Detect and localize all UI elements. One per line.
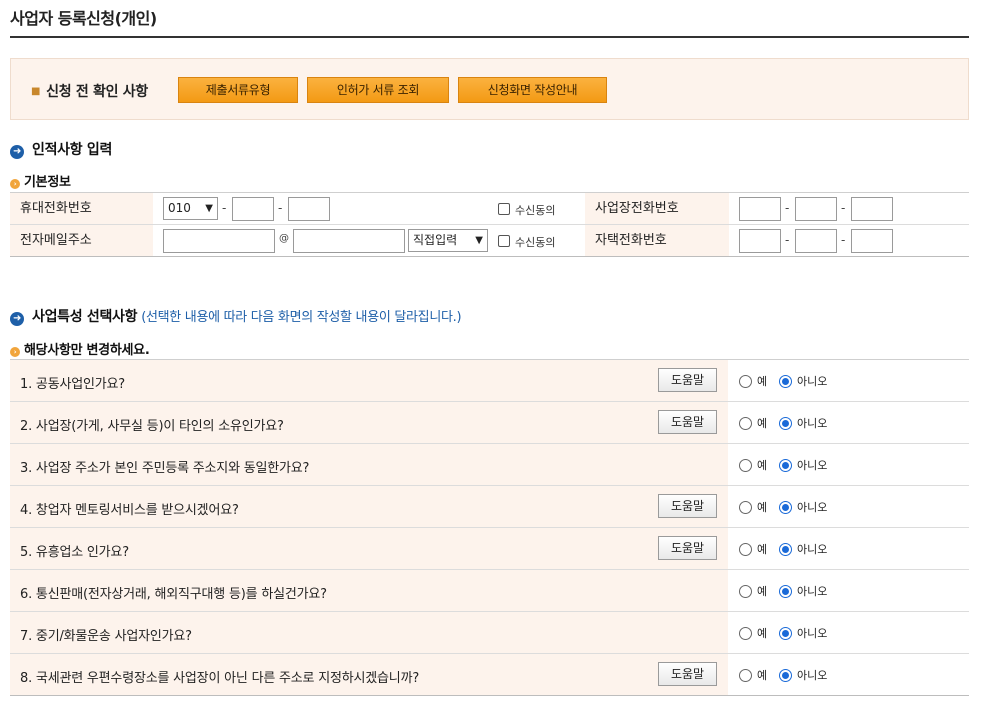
help-button[interactable]: 도움말 bbox=[658, 494, 717, 518]
yes-radio[interactable] bbox=[739, 375, 752, 388]
home-phone-middle-input[interactable] bbox=[795, 229, 837, 253]
yes-radio[interactable] bbox=[739, 459, 752, 472]
yes-label: 예 bbox=[757, 375, 768, 388]
yes-radio[interactable] bbox=[739, 627, 752, 640]
permit-document-lookup-button[interactable]: 인허가 서류 조회 bbox=[307, 77, 449, 103]
business-phone-label: 사업장전화번호 bbox=[585, 193, 729, 224]
question-row: 7. 중기/화물운송 사업자인가요? 예 아니오 bbox=[10, 612, 969, 654]
application-guide-button[interactable]: 신청화면 작성안내 bbox=[458, 77, 607, 103]
email-consent-checkbox[interactable] bbox=[498, 235, 510, 247]
yes-label: 예 bbox=[757, 669, 768, 682]
no-radio[interactable] bbox=[779, 417, 792, 430]
email-label: 전자메일주소 bbox=[10, 225, 153, 256]
yes-radio[interactable] bbox=[739, 543, 752, 556]
question-text: 4. 창업자 멘토링서비스를 받으시겠어요? bbox=[20, 503, 239, 518]
business-section-title: ➜ 사업특성 선택사항 (선택한 내용에 따라 다음 화면의 작성할 내용이 달라집… bbox=[10, 306, 462, 326]
business-phone-middle-input[interactable] bbox=[795, 197, 837, 221]
question-text: 7. 중기/화물운송 사업자인가요? bbox=[20, 629, 192, 644]
small-arrow-circle-icon: › bbox=[10, 347, 20, 357]
question-text: 3. 사업장 주소가 본인 주민등록 주소지와 동일한가요? bbox=[20, 461, 310, 476]
no-label: 아니오 bbox=[797, 585, 828, 598]
arrow-circle-icon: ➜ bbox=[10, 312, 24, 326]
at-sign: @ bbox=[279, 233, 289, 244]
mobile-label: 휴대전화번호 bbox=[10, 193, 153, 224]
no-label: 아니오 bbox=[797, 627, 828, 640]
help-button[interactable]: 도움말 bbox=[658, 536, 717, 560]
arrow-circle-icon: ➜ bbox=[10, 145, 24, 159]
mobile-prefix-select[interactable]: 010 ▼ bbox=[163, 197, 218, 220]
email-id-input[interactable] bbox=[163, 229, 275, 253]
no-radio[interactable] bbox=[779, 375, 792, 388]
mobile-middle-input[interactable] bbox=[232, 197, 274, 221]
business-phone-area-input[interactable] bbox=[739, 197, 781, 221]
home-phone-last-input[interactable] bbox=[851, 229, 893, 253]
no-label: 아니오 bbox=[797, 417, 828, 430]
yes-label: 예 bbox=[757, 501, 768, 514]
question-text: 2. 사업장(가게, 사무실 등)이 타인의 소유인가요? bbox=[20, 419, 284, 434]
question-row: 5. 유흥업소 인가요? 도움말 예 아니오 bbox=[10, 528, 969, 570]
help-button[interactable]: 도움말 bbox=[658, 662, 717, 686]
no-radio[interactable] bbox=[779, 501, 792, 514]
small-arrow-circle-icon: › bbox=[10, 179, 20, 189]
yes-radio[interactable] bbox=[739, 585, 752, 598]
yes-label: 예 bbox=[757, 627, 768, 640]
question-row: 3. 사업장 주소가 본인 주민등록 주소지와 동일한가요? 예 아니오 bbox=[10, 444, 969, 486]
pre-application-notice: ■ 신청 전 확인 사항 제출서류유형 인허가 서류 조회 신청화면 작성안내 bbox=[10, 58, 969, 120]
question-row: 6. 통신판매(전자상거래, 해외직구대행 등)를 하실건가요? 예 아니오 bbox=[10, 570, 969, 612]
question-text: 8. 국세관련 우편수령장소를 사업장이 아닌 다른 주소로 지정하시겠습니까? bbox=[20, 671, 420, 686]
yes-label: 예 bbox=[757, 459, 768, 472]
identity-section-title: ➜ 인적사항 입력 bbox=[10, 139, 112, 159]
email-consent-label: 수신동의 bbox=[515, 236, 556, 249]
yes-radio[interactable] bbox=[739, 501, 752, 514]
mobile-consent-checkbox[interactable] bbox=[498, 203, 510, 215]
title-divider bbox=[10, 36, 969, 38]
mobile-row: 휴대전화번호 010 ▼ - - 수신동의 사업장전화번호 - - bbox=[10, 193, 969, 225]
chevron-down-icon: ▼ bbox=[475, 235, 483, 246]
question-row: 8. 국세관련 우편수령장소를 사업장이 아닌 다른 주소로 지정하시겠습니까?… bbox=[10, 654, 969, 696]
basic-info-subtitle: › 기본정보 bbox=[10, 171, 71, 190]
mobile-last-input[interactable] bbox=[288, 197, 330, 221]
home-phone-area-input[interactable] bbox=[739, 229, 781, 253]
help-button[interactable]: 도움말 bbox=[658, 410, 717, 434]
yes-label: 예 bbox=[757, 543, 768, 556]
home-phone-label: 자택전화번호 bbox=[585, 225, 729, 256]
email-domain-select[interactable]: 직접입력 ▼ bbox=[408, 229, 488, 252]
question-row: 2. 사업장(가게, 사무실 등)이 타인의 소유인가요? 도움말 예 아니오 bbox=[10, 402, 969, 444]
no-radio[interactable] bbox=[779, 459, 792, 472]
question-text: 1. 공동사업인가요? bbox=[20, 377, 125, 392]
no-radio[interactable] bbox=[779, 585, 792, 598]
no-label: 아니오 bbox=[797, 543, 828, 556]
page-title: 사업자 등록신청(개인) bbox=[10, 9, 157, 28]
basic-info-table: 휴대전화번호 010 ▼ - - 수신동의 사업장전화번호 - - 전자메일주소 … bbox=[10, 192, 969, 257]
notice-label: ■ 신청 전 확인 사항 bbox=[31, 84, 148, 100]
yes-label: 예 bbox=[757, 417, 768, 430]
no-label: 아니오 bbox=[797, 459, 828, 472]
yes-radio[interactable] bbox=[739, 417, 752, 430]
question-text: 6. 통신판매(전자상거래, 해외직구대행 등)를 하실건가요? bbox=[20, 587, 327, 602]
mobile-consent-label: 수신동의 bbox=[515, 204, 556, 217]
business-questions-table: 1. 공동사업인가요? 도움말 예 아니오 2. 사업장(가게, 사무실 등)이… bbox=[10, 359, 969, 696]
business-section-note: (선택한 내용에 따라 다음 화면의 작성할 내용이 달라집니다.) bbox=[141, 310, 462, 325]
no-label: 아니오 bbox=[797, 375, 828, 388]
question-text: 5. 유흥업소 인가요? bbox=[20, 545, 129, 560]
no-radio[interactable] bbox=[779, 627, 792, 640]
email-domain-input[interactable] bbox=[293, 229, 405, 253]
help-button[interactable]: 도움말 bbox=[658, 368, 717, 392]
no-radio[interactable] bbox=[779, 543, 792, 556]
change-only-subtitle: › 해당사항만 변경하세요. bbox=[10, 339, 150, 358]
document-type-button[interactable]: 제출서류유형 bbox=[178, 77, 298, 103]
chevron-down-icon: ▼ bbox=[205, 203, 213, 214]
question-row: 1. 공동사업인가요? 도움말 예 아니오 bbox=[10, 360, 969, 402]
yes-label: 예 bbox=[757, 585, 768, 598]
business-phone-last-input[interactable] bbox=[851, 197, 893, 221]
yes-radio[interactable] bbox=[739, 669, 752, 682]
no-label: 아니오 bbox=[797, 669, 828, 682]
bullet-icon: ■ bbox=[31, 86, 41, 97]
email-row: 전자메일주소 @ 직접입력 ▼ 수신동의 자택전화번호 - - bbox=[10, 225, 969, 257]
no-label: 아니오 bbox=[797, 501, 828, 514]
no-radio[interactable] bbox=[779, 669, 792, 682]
question-row: 4. 창업자 멘토링서비스를 받으시겠어요? 도움말 예 아니오 bbox=[10, 486, 969, 528]
